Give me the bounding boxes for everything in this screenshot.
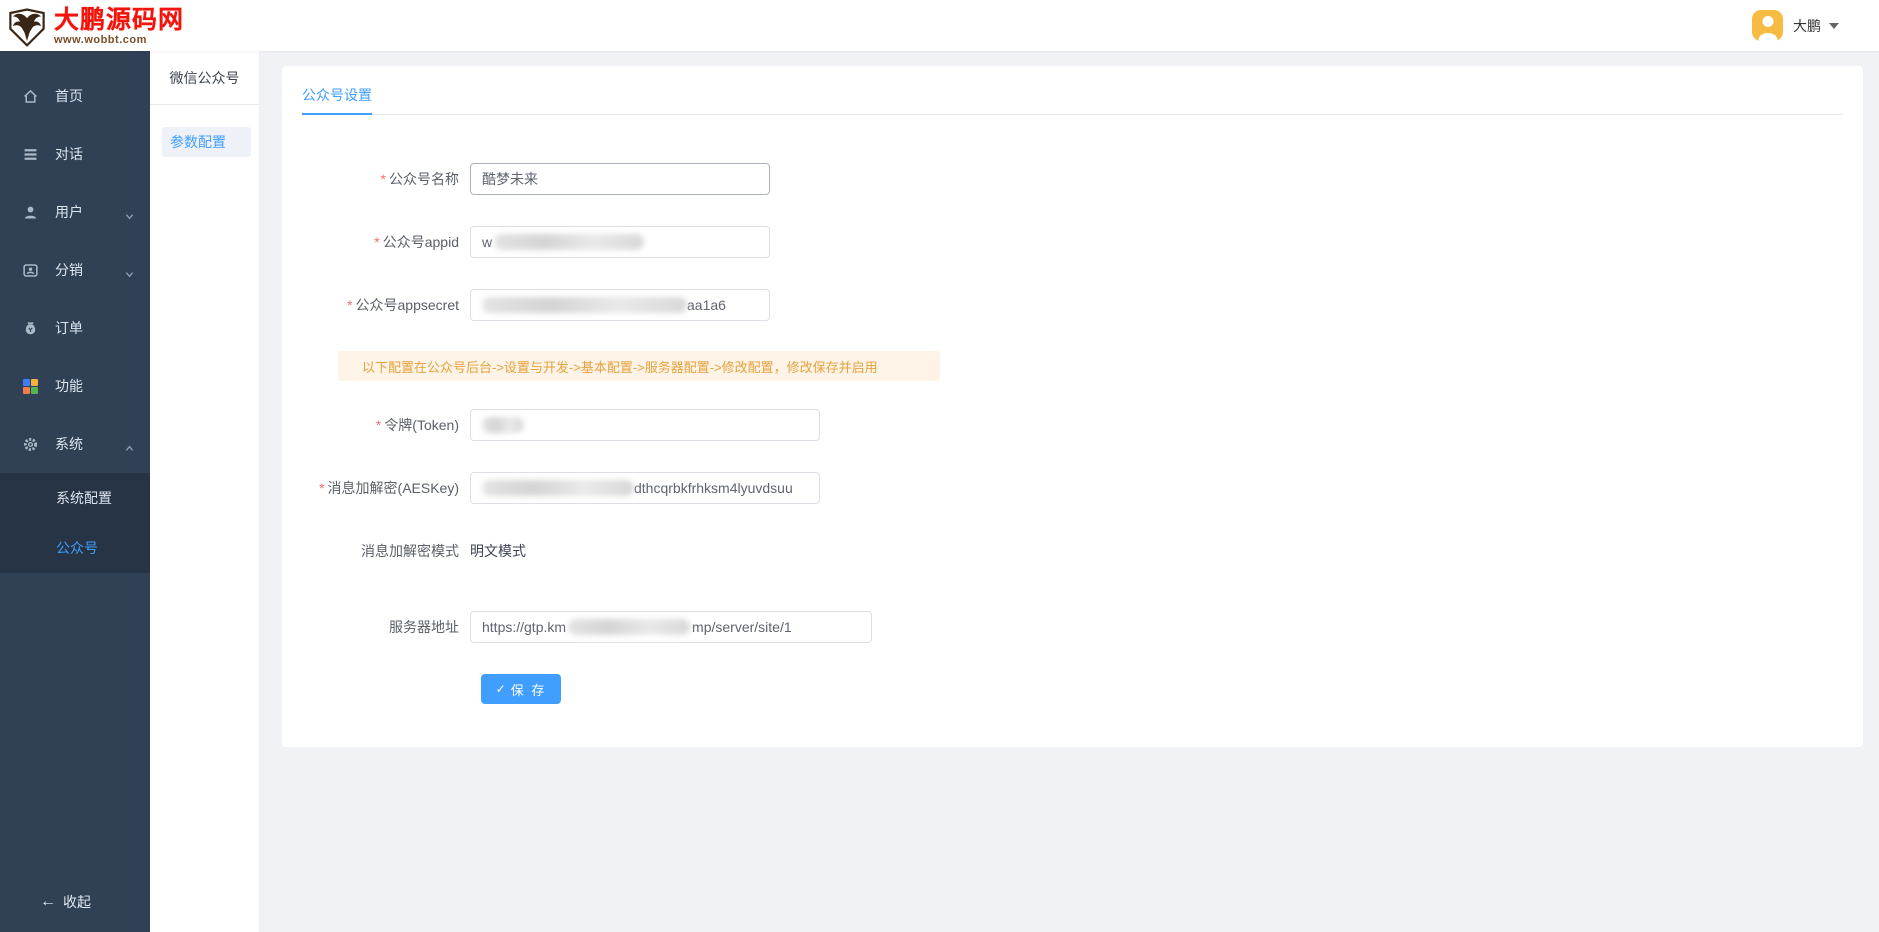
- list-icon: [22, 146, 39, 163]
- sidebar-item-distribution[interactable]: 分销: [0, 241, 150, 299]
- aeskey-input[interactable]: dthcqrbkfrhksm4lyuvdsuu: [470, 472, 820, 504]
- sidebar-item-official-account[interactable]: 公众号: [0, 523, 150, 573]
- settings-card: 公众号设置 *公众号名称 酷梦未来 *公众号appid w: [282, 66, 1863, 747]
- main-content: 公众号设置 *公众号名称 酷梦未来 *公众号appid w: [260, 51, 1879, 932]
- gear-icon: [22, 436, 39, 453]
- required-mark: *: [319, 480, 324, 496]
- tab-bar: 公众号设置: [302, 66, 1843, 115]
- sidebar-item-home[interactable]: 首页: [0, 67, 150, 125]
- tab-official-account-settings[interactable]: 公众号设置: [302, 66, 372, 115]
- chevron-down-icon: [125, 208, 134, 217]
- site-url: www.wobbt.com: [54, 34, 184, 46]
- check-icon: ✓: [496, 682, 506, 696]
- avatar: [1752, 10, 1783, 41]
- top-header: 大鹏源码网 www.wobbt.com 大鹏: [0, 0, 1879, 51]
- input-value: mp/server/site/1: [692, 619, 792, 635]
- collapse-label: 收起: [63, 892, 91, 912]
- token-input[interactable]: [470, 409, 820, 441]
- user-name: 大鹏: [1793, 16, 1821, 36]
- submenu-item-label: 公众号: [56, 538, 98, 558]
- sidebar-item-label: 首页: [55, 86, 83, 106]
- input-value: https://gtp.km: [482, 619, 566, 635]
- form-row-server: 服务器地址 https://gtp.km mp/server/site/1: [282, 611, 1863, 643]
- sidebar-item-label: 对话: [55, 144, 83, 164]
- chevron-up-icon: [125, 440, 134, 449]
- appid-input[interactable]: w: [470, 226, 770, 258]
- user-menu[interactable]: 大鹏: [1752, 10, 1879, 41]
- redacted-value: [482, 417, 524, 433]
- submenu-item-label: 系统配置: [56, 488, 112, 508]
- sidebar-item-label: 订单: [55, 318, 83, 338]
- save-button[interactable]: ✓ 保 存: [481, 674, 561, 704]
- appsecret-input[interactable]: aa1a6: [470, 289, 770, 321]
- sidebar-item-label: 分销: [55, 260, 83, 280]
- field-label: *公众号appid: [282, 226, 470, 258]
- secondary-sidebar: 微信公众号 参数配置: [150, 51, 260, 932]
- required-mark: *: [347, 297, 352, 313]
- required-mark: *: [374, 234, 379, 250]
- sidebar-item-label: 功能: [55, 376, 83, 396]
- form-row-name: *公众号名称 酷梦未来: [282, 163, 1863, 195]
- secondary-sidebar-title: 微信公众号: [150, 51, 259, 105]
- save-label: 保 存: [511, 680, 547, 699]
- redacted-value: [482, 297, 687, 313]
- input-value: w: [482, 234, 492, 250]
- chevron-down-icon: [125, 266, 134, 275]
- sidebar-item-features[interactable]: 功能: [0, 357, 150, 415]
- field-label: *公众号名称: [282, 163, 470, 195]
- chevron-down-icon: [1829, 23, 1839, 29]
- sidebar-item-system[interactable]: 系统: [0, 415, 150, 473]
- sidebar-collapse-button[interactable]: ← 收起: [0, 880, 150, 924]
- secondary-item-param-config[interactable]: 参数配置: [162, 127, 251, 157]
- redacted-value: [482, 480, 634, 496]
- card-icon: [22, 262, 39, 279]
- secondary-item-label: 参数配置: [170, 132, 226, 152]
- form-row-appsecret: *公众号appsecret aa1a6: [282, 289, 1863, 321]
- form-row-aeskey: *消息加解密(AESKey) dthcqrbkfrhksm4lyuvdsuu: [282, 472, 1863, 504]
- field-label: 服务器地址: [282, 611, 470, 643]
- logo[interactable]: 大鹏源码网 www.wobbt.com: [0, 4, 184, 48]
- redacted-value: [494, 234, 644, 250]
- sidebar-item-orders[interactable]: 订单: [0, 299, 150, 357]
- sidebar-item-users[interactable]: 用户: [0, 183, 150, 241]
- account-name-input[interactable]: 酷梦未来: [470, 163, 770, 195]
- field-label: *消息加解密(AESKey): [282, 472, 470, 504]
- mode-value: 明文模式: [470, 535, 526, 567]
- required-mark: *: [376, 417, 381, 433]
- server-url-input[interactable]: https://gtp.km mp/server/site/1: [470, 611, 872, 643]
- moneybag-icon: [22, 320, 39, 337]
- redacted-value: [568, 619, 690, 635]
- input-value: 酷梦未来: [482, 169, 538, 189]
- system-submenu: 系统配置 公众号: [0, 473, 150, 573]
- site-title: 大鹏源码网: [54, 7, 184, 33]
- eagle-logo-icon: [6, 6, 48, 48]
- config-notice-banner: 以下配置在公众号后台->设置与开发->基本配置->服务器配置->修改配置，修改保…: [338, 351, 940, 381]
- sidebar-item-system-config[interactable]: 系统配置: [0, 473, 150, 523]
- sidebar-item-label: 系统: [55, 434, 83, 454]
- arrow-left-icon: ←: [40, 893, 56, 911]
- form-row-mode: 消息加解密模式 明文模式: [282, 535, 1863, 567]
- sidebar-item-label: 用户: [55, 202, 83, 222]
- input-value: aa1a6: [687, 297, 726, 313]
- sidebar-item-chat[interactable]: 对话: [0, 125, 150, 183]
- field-label: 消息加解密模式: [282, 535, 470, 567]
- form-row-appid: *公众号appid w: [282, 226, 1863, 258]
- field-label: *公众号appsecret: [282, 289, 470, 321]
- apps-icon: [22, 378, 39, 395]
- user-icon: [22, 204, 39, 221]
- sidebar-nav: 首页 对话 用户 分销: [0, 51, 150, 932]
- home-icon: [22, 88, 39, 105]
- form-row-token: *令牌(Token): [282, 409, 1863, 441]
- settings-form: *公众号名称 酷梦未来 *公众号appid w *公众号appse: [282, 115, 1863, 704]
- input-value: dthcqrbkfrhksm4lyuvdsuu: [634, 480, 793, 496]
- required-mark: *: [381, 171, 386, 187]
- field-label: *令牌(Token): [282, 409, 470, 441]
